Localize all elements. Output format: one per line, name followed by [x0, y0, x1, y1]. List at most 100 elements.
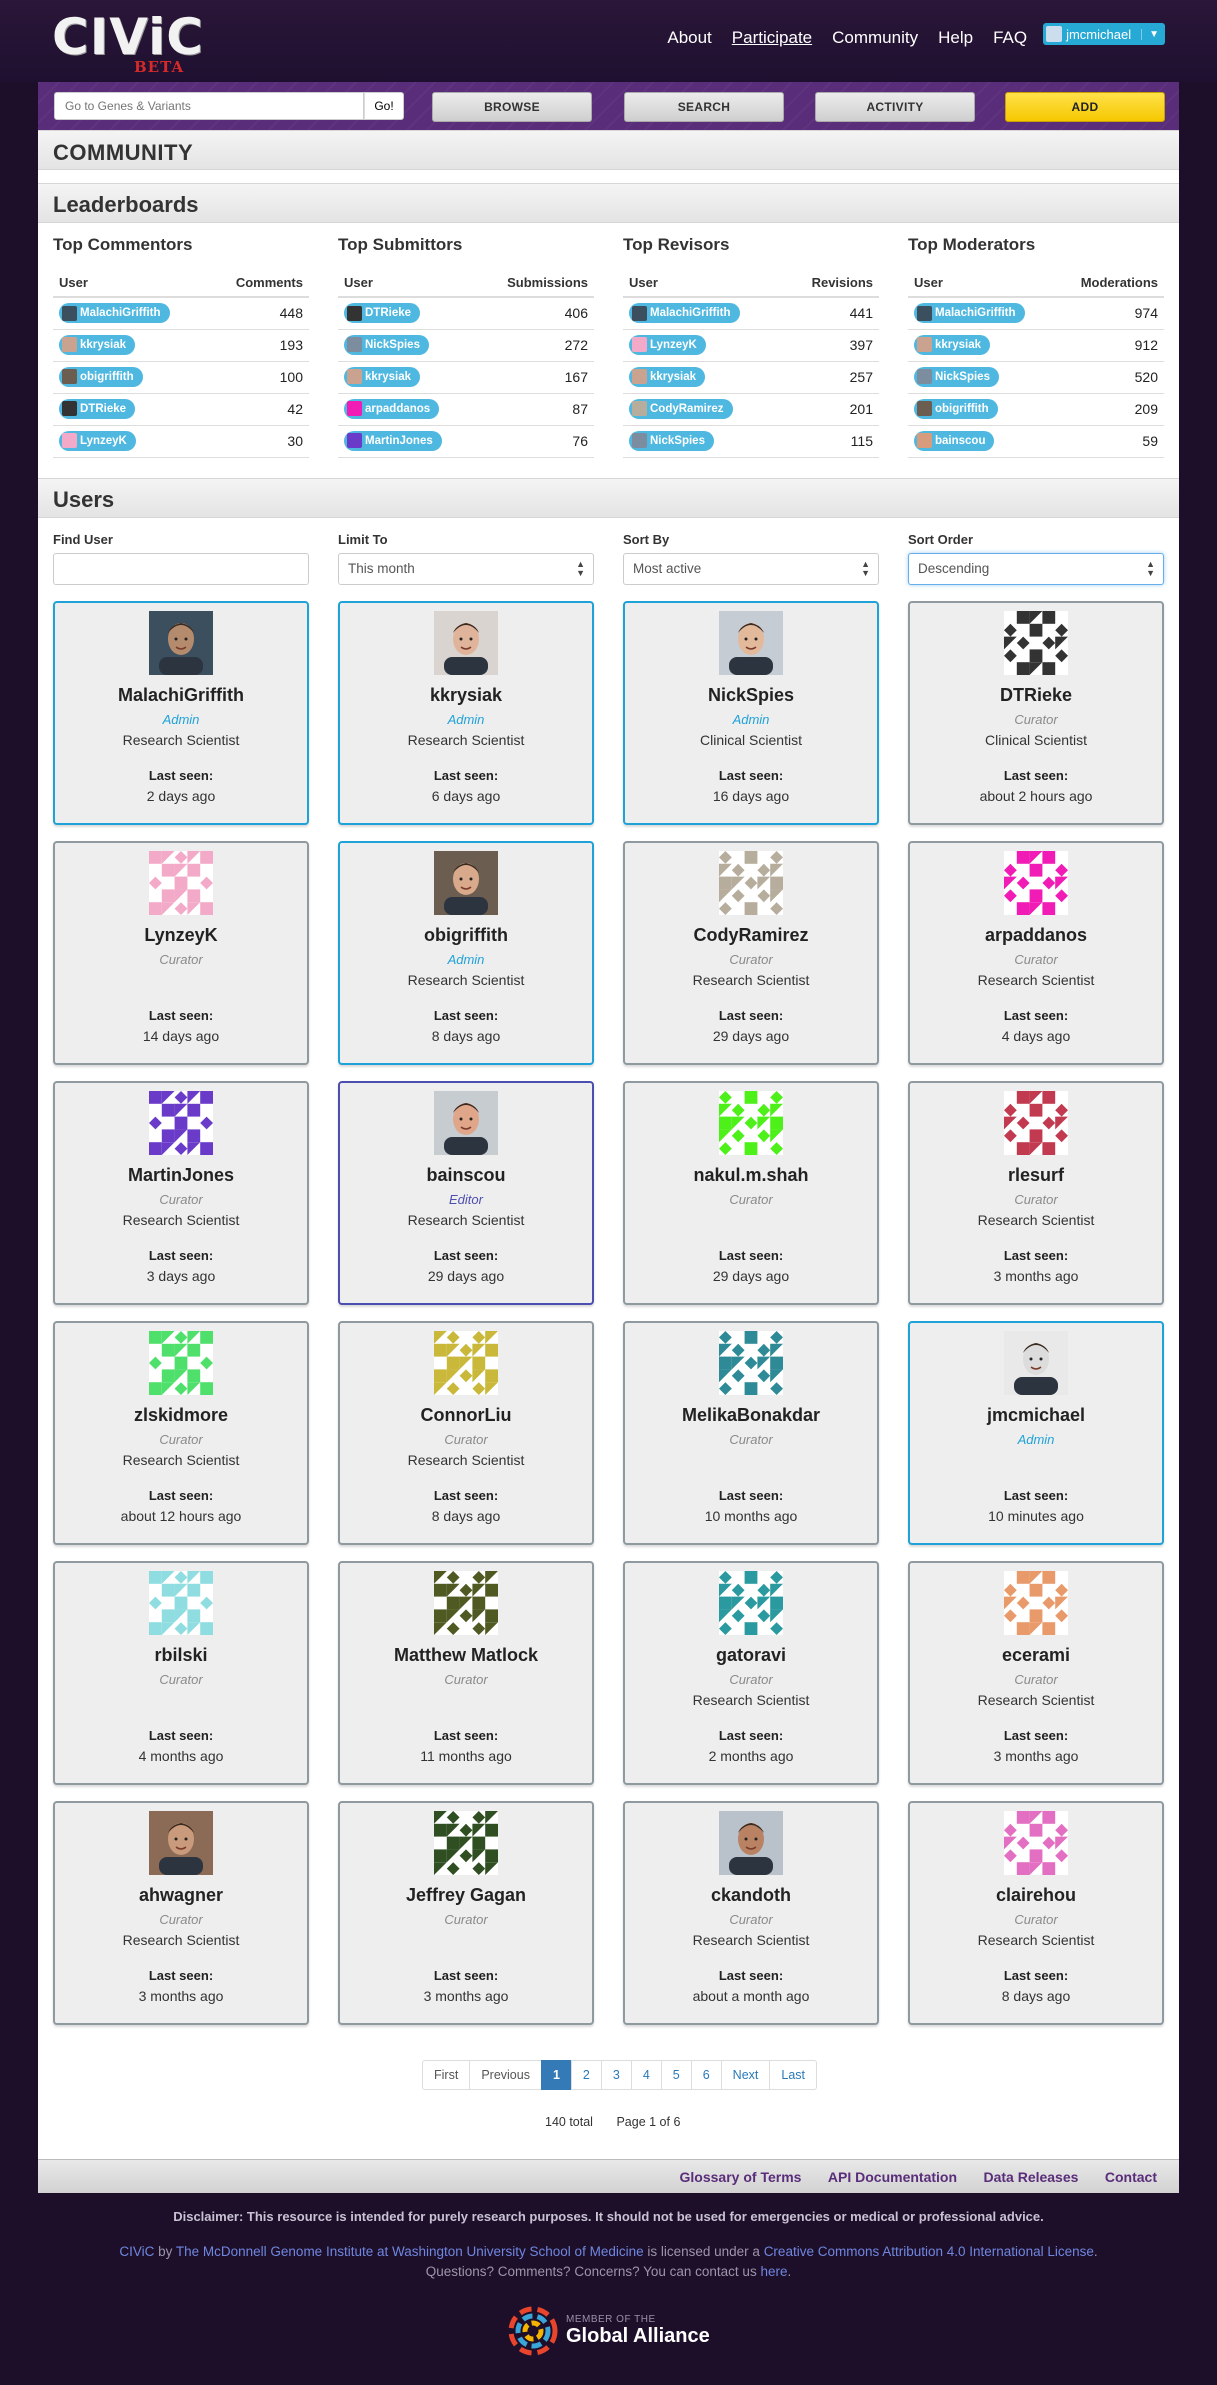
user-role: Curator [1014, 952, 1058, 967]
user-card[interactable]: ckandoth Curator Research Scientist Last… [623, 1801, 879, 2025]
go-button[interactable]: Go! [364, 92, 404, 120]
nav-participate[interactable]: Participate [732, 28, 812, 48]
user-badge[interactable]: kkrysiak [629, 366, 706, 387]
user-area [910, 1452, 1162, 1470]
page-of: Page 1 of 6 [616, 2115, 681, 2129]
user-cell: NickSpies [338, 329, 477, 362]
glossary-link[interactable]: Glossary of Terms [680, 2169, 802, 2185]
identicon-avatar [1004, 1091, 1068, 1155]
user-badge[interactable]: kkrysiak [914, 334, 991, 355]
globe-icon [508, 2306, 558, 2356]
page-6[interactable]: 6 [690, 2060, 722, 2090]
nav-faq[interactable]: FAQ [993, 28, 1027, 48]
last-seen-value: about a month ago [692, 1988, 810, 2004]
user-badge[interactable]: MalachiGriffith [914, 303, 1025, 323]
search-button[interactable]: SEARCH [624, 92, 784, 122]
user-menu[interactable]: jmcmichael ▼ [1043, 23, 1165, 45]
user-badge[interactable]: NickSpies [344, 334, 429, 355]
user-badge[interactable]: MartinJones [344, 430, 442, 451]
page-4[interactable]: 4 [630, 2060, 662, 2090]
last-seen-value: 29 days ago [712, 1268, 790, 1284]
user-card[interactable]: ahwagner Curator Research Scientist Last… [53, 1801, 309, 2025]
user-badge[interactable]: DTRieke [59, 398, 136, 419]
find-user-input[interactable] [53, 553, 309, 585]
gene-search-input[interactable] [54, 92, 364, 120]
mgi-link[interactable]: The McDonnell Genome Institute at Washin… [176, 2244, 644, 2259]
user-avatar-icon [1046, 26, 1063, 42]
page-last[interactable]: Last [769, 2060, 818, 2090]
user-card[interactable]: LynzeyK Curator Last seen: 14 days ago [53, 841, 309, 1065]
sort-by-label: Sort By [623, 532, 670, 547]
user-card[interactable]: arpaddanos Curator Research Scientist La… [908, 841, 1164, 1065]
user-card[interactable]: obigriffith Admin Research Scientist Las… [338, 841, 594, 1065]
user-card[interactable]: CodyRamirez Curator Research Scientist L… [623, 841, 879, 1065]
user-badge[interactable]: CodyRamirez [629, 398, 733, 419]
user-card[interactable]: MalachiGriffith Admin Research Scientist… [53, 601, 309, 825]
user-avatar-icon [347, 401, 362, 417]
nav-community[interactable]: Community [832, 28, 918, 48]
add-button[interactable]: ADD [1005, 92, 1165, 122]
user-card[interactable]: DTRieke Curator Clinical Scientist Last … [908, 601, 1164, 825]
page-previous[interactable]: Previous [469, 2060, 542, 2090]
page-1[interactable]: 1 [540, 2060, 572, 2090]
limit-to-select[interactable]: This month ▲ ▼ [338, 553, 594, 585]
user-card[interactable]: clairehou Curator Research Scientist Las… [908, 1801, 1164, 2025]
user-badge[interactable]: DTRieke [344, 303, 421, 323]
api-docs-link[interactable]: API Documentation [828, 2169, 957, 2185]
user-card[interactable]: Matthew Matlock Curator Last seen: 11 mo… [338, 1561, 594, 1785]
ga-member-text: MEMBER OF THE [566, 2314, 656, 2325]
disclaimer: Disclaimer: This resource is intended fo… [173, 2209, 1044, 2224]
data-releases-link[interactable]: Data Releases [983, 2169, 1078, 2185]
user-badge[interactable]: NickSpies [914, 366, 999, 387]
identicon-avatar [1004, 1811, 1068, 1875]
user-card[interactable]: nakul.m.shah Curator Last seen: 29 days … [623, 1081, 879, 1305]
sort-by-select[interactable]: Most active ▲ ▼ [623, 553, 879, 585]
user-card[interactable]: bainscou Editor Research Scientist Last … [338, 1081, 594, 1305]
user-card[interactable]: ConnorLiu Curator Research Scientist Las… [338, 1321, 594, 1545]
browse-button[interactable]: BROWSE [432, 92, 592, 122]
user-card[interactable]: zlskidmore Curator Research Scientist La… [53, 1321, 309, 1545]
pagination: First Previous 1 2 3 4 5 6 Next Last [422, 2060, 818, 2090]
activity-button[interactable]: ACTIVITY [815, 92, 975, 122]
user-badge[interactable]: NickSpies [629, 430, 714, 451]
nav-help[interactable]: Help [938, 28, 973, 48]
user-badge[interactable]: LynzeyK [59, 430, 136, 451]
user-card[interactable]: MartinJones Curator Research Scientist L… [53, 1081, 309, 1305]
user-badge[interactable]: MalachiGriffith [629, 303, 740, 323]
cc-license-link[interactable]: Creative Commons Attribution 4.0 Interna… [764, 2244, 1094, 2259]
user-badge[interactable]: LynzeyK [629, 334, 706, 355]
page-3[interactable]: 3 [600, 2060, 632, 2090]
user-card[interactable]: NickSpies Admin Clinical Scientist Last … [623, 601, 879, 825]
user-badge[interactable]: obigriffith [914, 398, 998, 419]
page-first[interactable]: First [422, 2060, 471, 2090]
user-avatar-icon [917, 369, 932, 385]
page-next[interactable]: Next [720, 2060, 771, 2090]
user-badge[interactable]: kkrysiak [59, 334, 136, 355]
table-row: MalachiGriffith 441 [623, 297, 879, 330]
user-card[interactable]: jmcmichael Admin Last seen: 10 minutes a… [908, 1321, 1164, 1545]
user-card[interactable]: Jeffrey Gagan Curator Last seen: 3 month… [338, 1801, 594, 2025]
last-seen-value: 8 days ago [431, 1508, 501, 1524]
nav-about[interactable]: About [667, 28, 711, 48]
user-badge[interactable]: MalachiGriffith [59, 303, 170, 323]
user-badge[interactable]: kkrysiak [344, 366, 421, 387]
contact-here-link[interactable]: here [760, 2264, 787, 2279]
user-card[interactable]: kkrysiak Admin Research Scientist Last s… [338, 601, 594, 825]
photo-avatar [719, 611, 783, 675]
user-card[interactable]: ecerami Curator Research Scientist Last … [908, 1561, 1164, 1785]
user-badge[interactable]: bainscou [914, 430, 995, 451]
user-badge[interactable]: obigriffith [59, 366, 143, 387]
sort-order-select[interactable]: Descending ▲ ▼ [908, 553, 1164, 585]
user-card[interactable]: rbilski Curator Last seen: 4 months ago [53, 1561, 309, 1785]
contact-link[interactable]: Contact [1105, 2169, 1157, 2185]
user-card[interactable]: rlesurf Curator Research Scientist Last … [908, 1081, 1164, 1305]
user-card[interactable]: MelikaBonakdar Curator Last seen: 10 mon… [623, 1321, 879, 1545]
page-5[interactable]: 5 [660, 2060, 692, 2090]
page-2[interactable]: 2 [570, 2060, 602, 2090]
user-badge-name: NickSpies [935, 370, 990, 383]
civic-logo[interactable]: CIViC BETA [52, 12, 204, 76]
user-badge[interactable]: arpaddanos [344, 398, 440, 419]
user-card[interactable]: gatoravi Curator Research Scientist Last… [623, 1561, 879, 1785]
user-role: Curator [444, 1432, 488, 1447]
ga4gh-badge[interactable]: MEMBER OF THE Global Alliance [508, 2306, 710, 2356]
